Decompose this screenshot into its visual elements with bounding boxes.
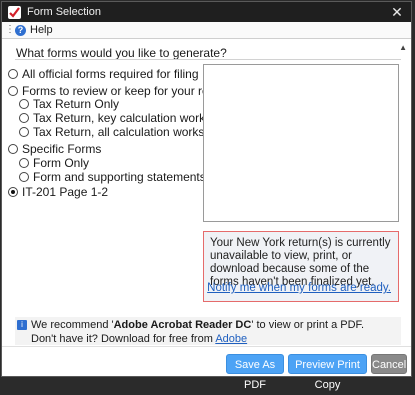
app-checkmark-icon bbox=[8, 5, 21, 19]
pdf-recommendation: i We recommend 'Adobe Acrobat Reader DC'… bbox=[15, 317, 401, 345]
product-name: Adobe Acrobat Reader DC bbox=[113, 319, 252, 331]
adobe-link[interactable]: Adobe bbox=[215, 333, 247, 345]
option-label: Form Only bbox=[33, 156, 90, 170]
save-as-pdf-button[interactable]: Save As PDF bbox=[226, 354, 284, 391]
option-label: Form and supporting statements bbox=[33, 170, 206, 184]
download-line: Don't have it? Download for free from Ad… bbox=[31, 333, 248, 345]
footer-divider bbox=[2, 346, 411, 347]
radio-button[interactable] bbox=[8, 144, 18, 154]
notify-me-link[interactable]: Notify me when my forms are ready. bbox=[207, 282, 391, 295]
collapse-up-icon[interactable]: ▲ bbox=[399, 43, 407, 52]
option-form-only[interactable]: Form Only bbox=[19, 156, 89, 170]
option-it201[interactable]: IT-201 Page 1-2 bbox=[8, 185, 108, 199]
menu-bar: ⋮ ? Help ▲ bbox=[2, 22, 411, 52]
preview-print-copy-button[interactable]: Preview Print Copy bbox=[288, 354, 367, 391]
radio-button[interactable] bbox=[8, 69, 18, 79]
info-icon: i bbox=[17, 320, 27, 330]
option-all-worksheets[interactable]: Tax Return, all calculation worksheets bbox=[19, 125, 234, 139]
radio-button[interactable] bbox=[19, 172, 29, 182]
option-label: Specific Forms bbox=[22, 142, 102, 156]
section-divider bbox=[15, 59, 401, 60]
radio-button-selected[interactable] bbox=[8, 187, 18, 197]
title-bar: Form Selection ✕ bbox=[2, 2, 411, 22]
radio-button[interactable] bbox=[19, 127, 29, 137]
unavailable-notice: Your New York return(s) is currently una… bbox=[203, 231, 399, 302]
help-icon[interactable]: ? bbox=[15, 24, 26, 36]
option-specific-forms[interactable]: Specific Forms bbox=[8, 142, 101, 156]
recommendation-line: We recommend 'Adobe Acrobat Reader DC' t… bbox=[31, 319, 365, 331]
radio-button[interactable] bbox=[19, 99, 29, 109]
grip-icon: ⋮ bbox=[5, 24, 15, 35]
option-all-official-forms[interactable]: All official forms required for filing bbox=[8, 67, 199, 81]
close-icon[interactable]: ✕ bbox=[389, 4, 405, 20]
form-selection-dialog: Form Selection ✕ ⋮ ? Help ▲ What forms w… bbox=[1, 1, 412, 391]
option-form-and-statements[interactable]: Form and supporting statements bbox=[19, 170, 206, 184]
option-label: All official forms required for filing bbox=[22, 67, 199, 81]
form-preview-pane bbox=[203, 64, 399, 222]
radio-button[interactable] bbox=[19, 158, 29, 168]
option-tax-return-only[interactable]: Tax Return Only bbox=[19, 97, 119, 111]
option-label: IT-201 Page 1-2 bbox=[22, 185, 109, 199]
window-title: Form Selection bbox=[27, 6, 101, 18]
radio-button[interactable] bbox=[19, 113, 29, 123]
option-label: Tax Return Only bbox=[33, 97, 120, 111]
question-label: What forms would you like to generate? bbox=[16, 46, 227, 60]
cancel-button[interactable]: Cancel bbox=[371, 354, 407, 374]
help-menu[interactable]: Help bbox=[30, 24, 53, 36]
radio-button[interactable] bbox=[8, 86, 18, 96]
